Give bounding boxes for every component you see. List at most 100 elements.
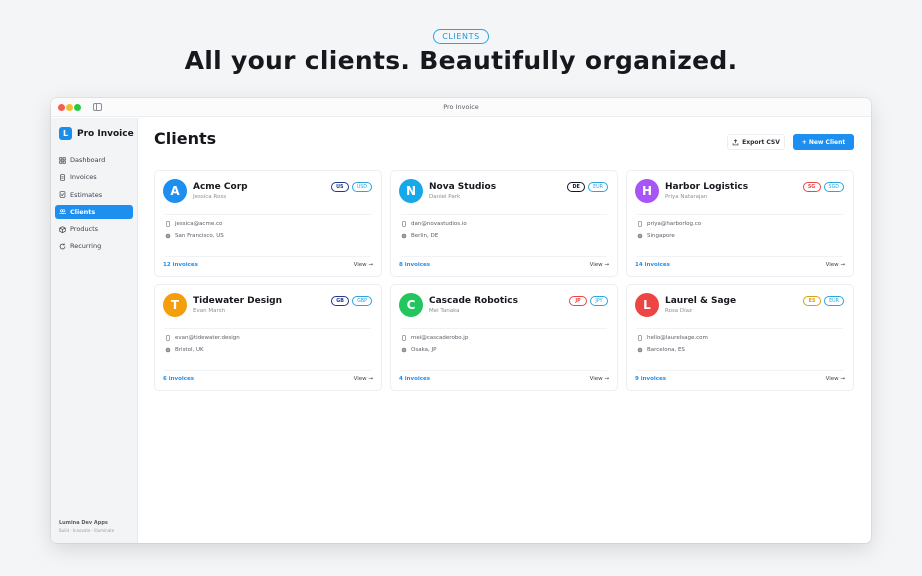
client-card[interactable]: C Cascade Robotics Mei Tanaka JP JPY mei@casc… <box>390 284 618 391</box>
phone-icon <box>165 335 175 341</box>
view-client-link[interactable]: View → <box>590 376 609 382</box>
phone-icon <box>401 335 411 341</box>
invoice-count-link[interactable]: 8 invoices <box>399 262 430 268</box>
invoice-count-link[interactable]: 4 invoices <box>399 376 430 382</box>
document-icon <box>59 174 66 181</box>
phone-icon <box>165 221 175 227</box>
client-name: Tidewater Design <box>193 296 283 306</box>
client-location-row: Osaka, JP <box>401 347 436 353</box>
client-card[interactable]: L Laurel & Sage Rosa Díaz ES EUR hello@laurel… <box>626 284 854 391</box>
client-contact: Evan Marsh <box>193 308 226 314</box>
client-card[interactable]: T Tidewater Design Evan Marsh GB GBP evan@tid… <box>154 284 382 391</box>
sidebar-nav: Dashboard Invoices Estimates Clients Product… <box>55 153 133 257</box>
invoice-count-link[interactable]: 12 invoices <box>163 262 198 268</box>
client-location: Berlin, DE <box>411 233 439 239</box>
sidebar-item-estimates[interactable]: Estimates <box>55 188 133 202</box>
client-badges: SG SGD <box>800 182 844 192</box>
sidebar-item-dashboard[interactable]: Dashboard <box>55 153 133 167</box>
client-card[interactable]: A Acme Corp Jessica Ross US USD jessica@acme.… <box>154 170 382 277</box>
sidebar-item-products[interactable]: Products <box>55 222 133 236</box>
invoice-count-link[interactable]: 6 invoices <box>163 376 194 382</box>
sidebar-item-invoices[interactable]: Invoices <box>55 170 133 184</box>
globe-icon <box>165 347 175 353</box>
globe-icon <box>401 233 411 239</box>
sidebar-item-label: Invoices <box>70 173 97 182</box>
client-email: evan@tidewater.design <box>175 335 240 341</box>
client-location-row: Bristol, UK <box>165 347 204 353</box>
client-email: dan@novastudios.io <box>411 221 467 227</box>
headline: All your clients. Beautifully organized. <box>184 46 738 75</box>
currency-badge: GBP <box>352 296 372 306</box>
client-card[interactable]: H Harbor Logistics Priya Natarajan SG SGD pri… <box>626 170 854 277</box>
footer-subtitle: Build · Innovate · Illuminate <box>59 528 115 533</box>
client-avatar: T <box>163 293 187 317</box>
view-client-link[interactable]: View → <box>826 262 845 268</box>
app-logo-icon: L <box>59 127 72 140</box>
client-email-row: mei@cascaderobo.jp <box>401 335 468 341</box>
client-avatar: A <box>163 179 187 203</box>
currency-badge: USD <box>351 182 372 192</box>
divider <box>637 256 843 257</box>
phone-icon <box>401 221 411 227</box>
client-email: priya@harborlog.co <box>647 221 702 227</box>
footer-title: Lumina Dev Apps <box>59 520 108 526</box>
view-client-link[interactable]: View → <box>826 376 845 382</box>
globe-icon <box>165 233 175 239</box>
view-client-link[interactable]: View → <box>354 376 373 382</box>
client-avatar: C <box>399 293 423 317</box>
client-badges: DE EUR <box>564 182 608 192</box>
client-email-row: hello@laurelsage.com <box>637 335 708 341</box>
client-badges: GB GBP <box>328 296 372 306</box>
divider <box>637 328 843 329</box>
divider <box>165 328 371 329</box>
client-email: hello@laurelsage.com <box>647 335 708 341</box>
client-card[interactable]: N Nova Studios Daniel Park DE EUR dan@novastu… <box>390 170 618 277</box>
brand: L Pro Invoice <box>59 127 134 140</box>
currency-badge: EUR <box>824 296 844 306</box>
app-name: Pro Invoice <box>77 128 134 139</box>
client-email-row: evan@tidewater.design <box>165 335 240 341</box>
country-badge: SG <box>802 182 821 192</box>
client-email: jessica@acme.co <box>175 221 223 227</box>
client-contact: Jessica Ross <box>193 194 227 200</box>
client-location-row: Berlin, DE <box>401 233 438 239</box>
divider <box>401 370 607 371</box>
client-name: Cascade Robotics <box>429 296 518 306</box>
sidebar-item-label: Products <box>70 225 99 234</box>
window-title: Pro Invoice <box>443 103 479 111</box>
divider <box>401 256 607 257</box>
client-name: Harbor Logistics <box>665 182 749 192</box>
invoice-count-link[interactable]: 14 invoices <box>635 262 670 268</box>
client-location: Osaka, JP <box>411 347 437 353</box>
app-window: Pro Invoice L Pro Invoice Dashboard Invoi… <box>51 98 871 543</box>
divider <box>637 370 843 371</box>
currency-badge: SGD <box>823 182 844 192</box>
client-badges: US USD <box>328 182 372 192</box>
sidebar-item-clients[interactable]: Clients <box>55 204 133 219</box>
divider <box>637 214 843 215</box>
country-badge: GB <box>331 296 350 306</box>
currency-badge: EUR <box>588 182 608 192</box>
sidebar-item-label: Estimates <box>70 190 103 199</box>
invoice-count-link[interactable]: 9 invoices <box>635 376 666 382</box>
client-contact: Mei Tanaka <box>429 308 460 314</box>
phone-icon <box>637 221 647 227</box>
client-avatar: N <box>399 179 423 203</box>
view-client-link[interactable]: View → <box>590 262 609 268</box>
sidebar-item-label: Dashboard <box>70 156 106 164</box>
client-location-row: Singapore <box>637 233 675 239</box>
new-client-button[interactable]: + New Client <box>793 134 854 150</box>
phone-icon <box>637 335 647 341</box>
country-badge: US <box>330 182 349 192</box>
view-client-link[interactable]: View → <box>354 262 373 268</box>
export-csv-button[interactable]: Export CSV <box>727 134 785 150</box>
client-location: Bristol, UK <box>175 347 204 353</box>
sidebar-item-recurring[interactable]: Recurring <box>55 239 133 253</box>
divider <box>165 370 371 371</box>
divider <box>401 328 607 329</box>
people-icon <box>59 208 66 215</box>
export-icon <box>732 138 739 145</box>
globe-icon <box>401 347 411 353</box>
client-name: Nova Studios <box>429 182 497 192</box>
checklist-icon <box>59 191 66 198</box>
